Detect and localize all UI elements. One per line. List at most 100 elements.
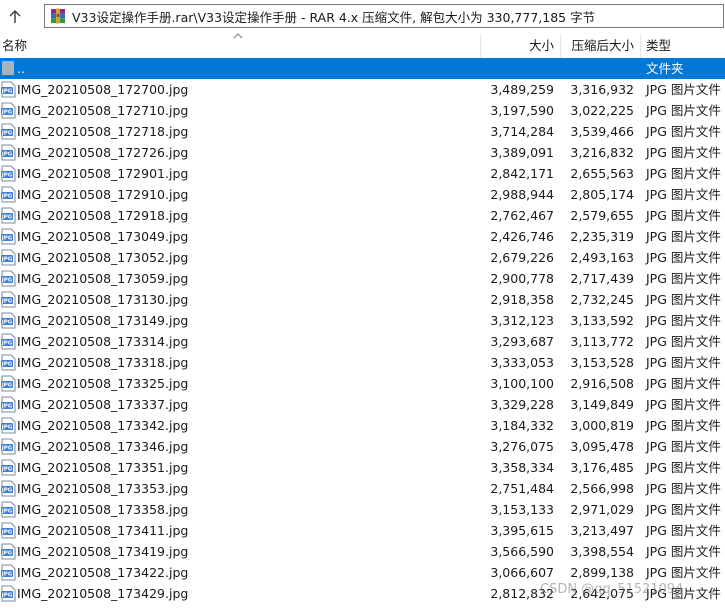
file-type: JPG 图片文件 bbox=[646, 187, 721, 202]
svg-text:JPG: JPG bbox=[1, 551, 13, 557]
file-type: JPG 图片文件 bbox=[646, 124, 721, 139]
file-type: JPG 图片文件 bbox=[646, 208, 721, 223]
file-row[interactable]: JPG IMG_20210508_172918.jpg 2,762,467 2,579… bbox=[0, 205, 725, 226]
file-size: 3,389,091 bbox=[490, 145, 554, 160]
rar-archive-icon bbox=[51, 8, 65, 24]
svg-text:JPG: JPG bbox=[1, 341, 13, 347]
file-row[interactable]: JPG IMG_20210508_173325.jpg 3,100,100 2,916… bbox=[0, 373, 725, 394]
file-row[interactable]: JPG IMG_20210508_172718.jpg 3,714,284 3,539… bbox=[0, 121, 725, 142]
file-row[interactable]: JPG IMG_20210508_172901.jpg 2,842,171 2,655… bbox=[0, 163, 725, 184]
file-name: IMG_20210508_173337.jpg bbox=[17, 397, 189, 412]
file-size: 3,100,100 bbox=[490, 376, 554, 391]
column-header: 名称 大小 压缩后大小 类型 bbox=[0, 33, 725, 59]
column-type[interactable]: 类型 bbox=[646, 34, 671, 58]
file-row[interactable]: JPG IMG_20210508_172710.jpg 3,197,590 3,022… bbox=[0, 100, 725, 121]
jpg-file-icon: JPG bbox=[1, 228, 16, 245]
file-row[interactable]: JPG IMG_20210508_173052.jpg 2,679,226 2,493… bbox=[0, 247, 725, 268]
file-row[interactable]: JPG IMG_20210508_173342.jpg 3,184,332 3,000… bbox=[0, 415, 725, 436]
file-packed-size: 3,316,932 bbox=[570, 82, 634, 97]
file-size: 2,918,358 bbox=[490, 292, 554, 307]
file-row[interactable]: JPG IMG_20210508_173130.jpg 2,918,358 2,732… bbox=[0, 289, 725, 310]
file-row[interactable]: JPG IMG_20210508_173314.jpg 3,293,687 3,113… bbox=[0, 331, 725, 352]
jpg-file-icon: JPG bbox=[1, 438, 16, 455]
jpg-file-icon: JPG bbox=[1, 249, 16, 266]
file-row[interactable]: JPG IMG_20210508_173419.jpg 3,566,590 3,398… bbox=[0, 541, 725, 562]
column-name[interactable]: 名称 bbox=[2, 34, 27, 58]
file-type: JPG 图片文件 bbox=[646, 103, 721, 118]
file-row[interactable]: JPG IMG_20210508_172910.jpg 2,988,944 2,805… bbox=[0, 184, 725, 205]
file-packed-size: 3,539,466 bbox=[570, 124, 634, 139]
svg-text:JPG: JPG bbox=[1, 488, 13, 494]
jpg-file-icon: JPG bbox=[1, 291, 16, 308]
file-packed-size: 2,916,508 bbox=[570, 376, 634, 391]
file-row[interactable]: JPG IMG_20210508_173337.jpg 3,329,228 3,149… bbox=[0, 394, 725, 415]
file-type: JPG 图片文件 bbox=[646, 166, 721, 181]
file-row[interactable]: JPG IMG_20210508_173411.jpg 3,395,615 3,213… bbox=[0, 520, 725, 541]
file-row[interactable]: JPG IMG_20210508_173358.jpg 3,153,133 2,971… bbox=[0, 499, 725, 520]
file-type: JPG 图片文件 bbox=[646, 271, 721, 286]
jpg-file-icon: JPG bbox=[1, 207, 16, 224]
svg-text:JPG: JPG bbox=[1, 236, 13, 242]
parent-folder-row[interactable]: .. 文件夹 bbox=[0, 58, 725, 79]
file-size: 3,293,687 bbox=[490, 334, 554, 349]
column-size[interactable]: 大小 bbox=[480, 34, 554, 58]
file-row[interactable]: JPG IMG_20210508_173353.jpg 2,751,484 2,566… bbox=[0, 478, 725, 499]
file-row[interactable]: JPG IMG_20210508_173318.jpg 3,333,053 3,153… bbox=[0, 352, 725, 373]
file-packed-size: 2,235,319 bbox=[570, 229, 634, 244]
svg-text:JPG: JPG bbox=[1, 131, 13, 137]
column-divider[interactable] bbox=[640, 34, 641, 58]
column-packed-size[interactable]: 压缩后大小 bbox=[560, 34, 634, 58]
file-type: JPG 图片文件 bbox=[646, 439, 721, 454]
path-field[interactable]: V33设定操作手册.rar\V33设定操作手册 - RAR 4.x 压缩文件, … bbox=[44, 4, 724, 28]
svg-text:JPG: JPG bbox=[1, 404, 13, 410]
file-row[interactable]: JPG IMG_20210508_173049.jpg 2,426,746 2,235… bbox=[0, 226, 725, 247]
jpg-file-icon: JPG bbox=[1, 543, 16, 560]
file-row[interactable]: JPG IMG_20210508_172700.jpg 3,489,259 3,316… bbox=[0, 79, 725, 100]
file-packed-size: 2,655,563 bbox=[570, 166, 634, 181]
jpg-file-icon: JPG bbox=[1, 165, 16, 182]
file-name: IMG_20210508_173422.jpg bbox=[17, 565, 189, 580]
file-type: JPG 图片文件 bbox=[646, 82, 721, 97]
file-name: IMG_20210508_173358.jpg bbox=[17, 502, 189, 517]
jpg-file-icon: JPG bbox=[1, 81, 16, 98]
file-size: 2,679,226 bbox=[490, 250, 554, 265]
file-name: IMG_20210508_173351.jpg bbox=[17, 460, 189, 475]
jpg-file-icon: JPG bbox=[1, 144, 16, 161]
file-size: 2,842,171 bbox=[490, 166, 554, 181]
file-size: 3,329,228 bbox=[490, 397, 554, 412]
file-type: JPG 图片文件 bbox=[646, 544, 721, 559]
file-row[interactable]: JPG IMG_20210508_173429.jpg 2,812,832 2,642… bbox=[0, 583, 725, 604]
file-name: IMG_20210508_172918.jpg bbox=[17, 208, 189, 223]
file-row[interactable]: JPG IMG_20210508_173422.jpg 3,066,607 2,899… bbox=[0, 562, 725, 583]
file-size: 3,276,075 bbox=[490, 439, 554, 454]
file-size: 3,714,284 bbox=[490, 124, 554, 139]
file-row[interactable]: JPG IMG_20210508_172726.jpg 3,389,091 3,216… bbox=[0, 142, 725, 163]
jpg-file-icon: JPG bbox=[1, 564, 16, 581]
file-packed-size: 2,642,075 bbox=[570, 586, 634, 601]
up-arrow-icon[interactable] bbox=[4, 6, 26, 28]
file-type: JPG 图片文件 bbox=[646, 460, 721, 475]
file-row[interactable]: JPG IMG_20210508_173346.jpg 3,276,075 3,095… bbox=[0, 436, 725, 457]
svg-text:JPG: JPG bbox=[1, 593, 13, 599]
file-size: 3,395,615 bbox=[490, 523, 554, 538]
file-packed-size: 3,213,497 bbox=[570, 523, 634, 538]
file-type: JPG 图片文件 bbox=[646, 292, 721, 307]
file-name: IMG_20210508_172718.jpg bbox=[17, 124, 189, 139]
file-row[interactable]: JPG IMG_20210508_173149.jpg 3,312,123 3,133… bbox=[0, 310, 725, 331]
file-packed-size: 2,971,029 bbox=[570, 502, 634, 517]
file-packed-size: 3,113,772 bbox=[570, 334, 634, 349]
jpg-file-icon: JPG bbox=[1, 270, 16, 287]
svg-text:JPG: JPG bbox=[1, 173, 13, 179]
file-size: 3,489,259 bbox=[490, 82, 554, 97]
file-packed-size: 3,153,528 bbox=[570, 355, 634, 370]
file-row[interactable]: JPG IMG_20210508_173351.jpg 3,358,334 3,176… bbox=[0, 457, 725, 478]
jpg-file-icon: JPG bbox=[1, 354, 16, 371]
file-row[interactable]: JPG IMG_20210508_173059.jpg 2,900,778 2,717… bbox=[0, 268, 725, 289]
jpg-file-icon: JPG bbox=[1, 417, 16, 434]
svg-text:JPG: JPG bbox=[1, 89, 13, 95]
file-name: IMG_20210508_172710.jpg bbox=[17, 103, 189, 118]
file-type: JPG 图片文件 bbox=[646, 523, 721, 538]
file-size: 2,900,778 bbox=[490, 271, 554, 286]
file-name: IMG_20210508_173429.jpg bbox=[17, 586, 189, 601]
file-size: 3,333,053 bbox=[490, 355, 554, 370]
